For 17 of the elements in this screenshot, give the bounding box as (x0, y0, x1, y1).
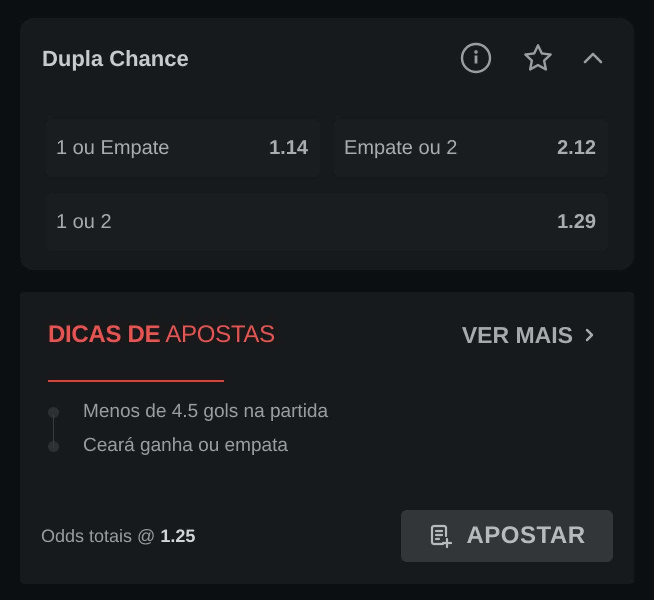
bet-button[interactable]: APOSTAR (401, 510, 613, 562)
chevron-right-icon (585, 328, 594, 342)
option-label: 1 ou Empate (56, 136, 170, 161)
odds-value: 1.14 (269, 136, 308, 161)
option-label: 1 ou 2 (56, 210, 112, 235)
market-title: Dupla Chance (42, 44, 190, 73)
odds-value: 1.29 (557, 210, 596, 235)
total-odds: Odds totais @ 1.25 (41, 524, 196, 548)
chevron-up-icon[interactable] (582, 51, 604, 65)
tips-title: DICAS DE APOSTAS (48, 320, 276, 350)
tip-text: Menos de 4.5 gols na partida (83, 400, 328, 424)
see-more-link[interactable]: VER MAIS (462, 318, 594, 352)
tip-text: Ceará ganha ou empata (83, 434, 288, 458)
option-label: Empate ou 2 (344, 136, 458, 161)
betslip-add-icon (428, 523, 452, 549)
odds-value: 2.12 (557, 136, 596, 161)
info-icon[interactable] (460, 42, 492, 74)
